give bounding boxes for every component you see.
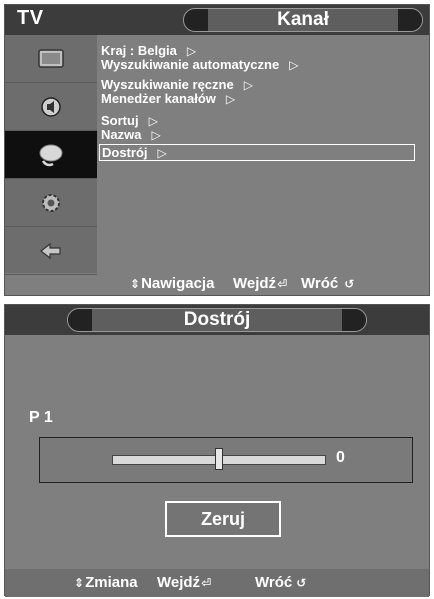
arrow-right-icon: ▷ (289, 58, 299, 72)
tune-title: Dostrój (183, 309, 251, 330)
menu-item-label: Menedżer kanałów (101, 91, 216, 106)
return-icon: ↺ (296, 575, 307, 590)
fine-tune-value: 0 (336, 449, 345, 466)
menu-item-channel-manager[interactable]: Menedżer kanałów ▷ (101, 91, 235, 106)
footer-change: ⇕ Zmiana (73, 574, 138, 591)
arrow-right-icon: ▷ (243, 78, 253, 92)
fine-tune-slider-thumb[interactable] (215, 448, 223, 470)
sidebar-item-sound[interactable] (5, 83, 97, 131)
tune-footer: ⇕ Zmiana Wejdź ⏎ Wróć ↺ (5, 569, 429, 597)
sidebar-item-input[interactable] (5, 227, 97, 275)
menu-title-bar: Kanał (183, 8, 423, 32)
picture-icon (38, 48, 64, 68)
menu-item-label: Wyszukiwanie ręczne (101, 77, 234, 92)
menu-item-fine-tune[interactable]: Dostrój ▷ (99, 144, 415, 161)
menu-header: TV Kanał (5, 5, 429, 35)
menu-item-country[interactable]: Kraj : Belgia ▷ (101, 43, 196, 58)
arrow-right-icon: ▷ (225, 92, 236, 106)
footer-back-label: Wróć (255, 574, 293, 591)
updown-icon: ⇕ (74, 575, 85, 590)
reset-button[interactable]: Zeruj (165, 501, 281, 537)
tv-label: TV (17, 7, 44, 29)
tune-header: Dostrój (5, 305, 429, 335)
tune-title-bar: Dostrój (67, 308, 367, 332)
sound-icon (41, 96, 61, 117)
footer-navigate-label: Nawigacja (141, 275, 215, 292)
footer-enter-label: Wejdź (233, 275, 277, 292)
sidebar-item-setup[interactable] (5, 179, 97, 227)
menu-item-manual-search[interactable]: Wyszukiwanie ręczne ▷ (101, 77, 253, 92)
channel-icon (39, 144, 63, 166)
return-icon: ↺ (344, 276, 355, 291)
input-icon (40, 242, 61, 259)
footer-back: Wróć ↺ (255, 574, 307, 591)
menu-title: Kanał (277, 9, 329, 30)
updown-icon: ⇕ (130, 276, 141, 291)
sidebar-item-picture[interactable] (5, 35, 97, 83)
sidebar (5, 35, 97, 275)
enter-icon: ⏎ (277, 276, 288, 291)
menu-item-label: Nazwa (101, 127, 142, 142)
channel-menu-panel: TV Kanał Kraj: Belgia ▷ Wyszukiwanie au… (4, 4, 430, 296)
fine-tune-slider-box: 0 (39, 437, 413, 483)
setup-icon (42, 193, 60, 212)
channel-number: P 1 (29, 409, 53, 426)
footer-back: Wróć ↺ (301, 275, 355, 292)
menu-item-label: Kraj : Belgia (101, 43, 177, 58)
menu-item-label: Sortuj (101, 113, 139, 128)
footer-enter: Wejdź ⏎ (233, 275, 288, 292)
menu-footer: ⇕ Nawigacja Wejdź ⏎ Wróć ↺ (105, 273, 429, 295)
menu-item-label: Wyszukiwanie automatyczne (101, 57, 280, 72)
footer-enter-label: Wejdź (157, 574, 201, 591)
fine-tune-panel: Dostrój P 1 0 Zeruj ⇕ Zmiana Wejdź ⏎ Wró… (4, 304, 430, 597)
sidebar-item-channel[interactable] (5, 131, 97, 179)
footer-navigate: ⇕ Nawigacja (129, 275, 214, 292)
footer-change-label: Zmiana (85, 574, 138, 591)
arrow-right-icon: ▷ (157, 146, 167, 160)
arrow-right-icon: ▷ (151, 128, 161, 142)
footer-back-label: Wróć (301, 275, 339, 292)
footer-enter: Wejdź ⏎ (157, 574, 212, 591)
menu-item-label: Dostrój (102, 145, 148, 160)
enter-icon: ⏎ (201, 575, 212, 590)
menu-item-name[interactable]: Nazwa ▷ (101, 127, 161, 142)
menu-item-auto-search[interactable]: Wyszukiwanie automatyczne ▷ (101, 57, 298, 72)
menu-item-sort[interactable]: Sortuj ▷ (101, 113, 158, 128)
